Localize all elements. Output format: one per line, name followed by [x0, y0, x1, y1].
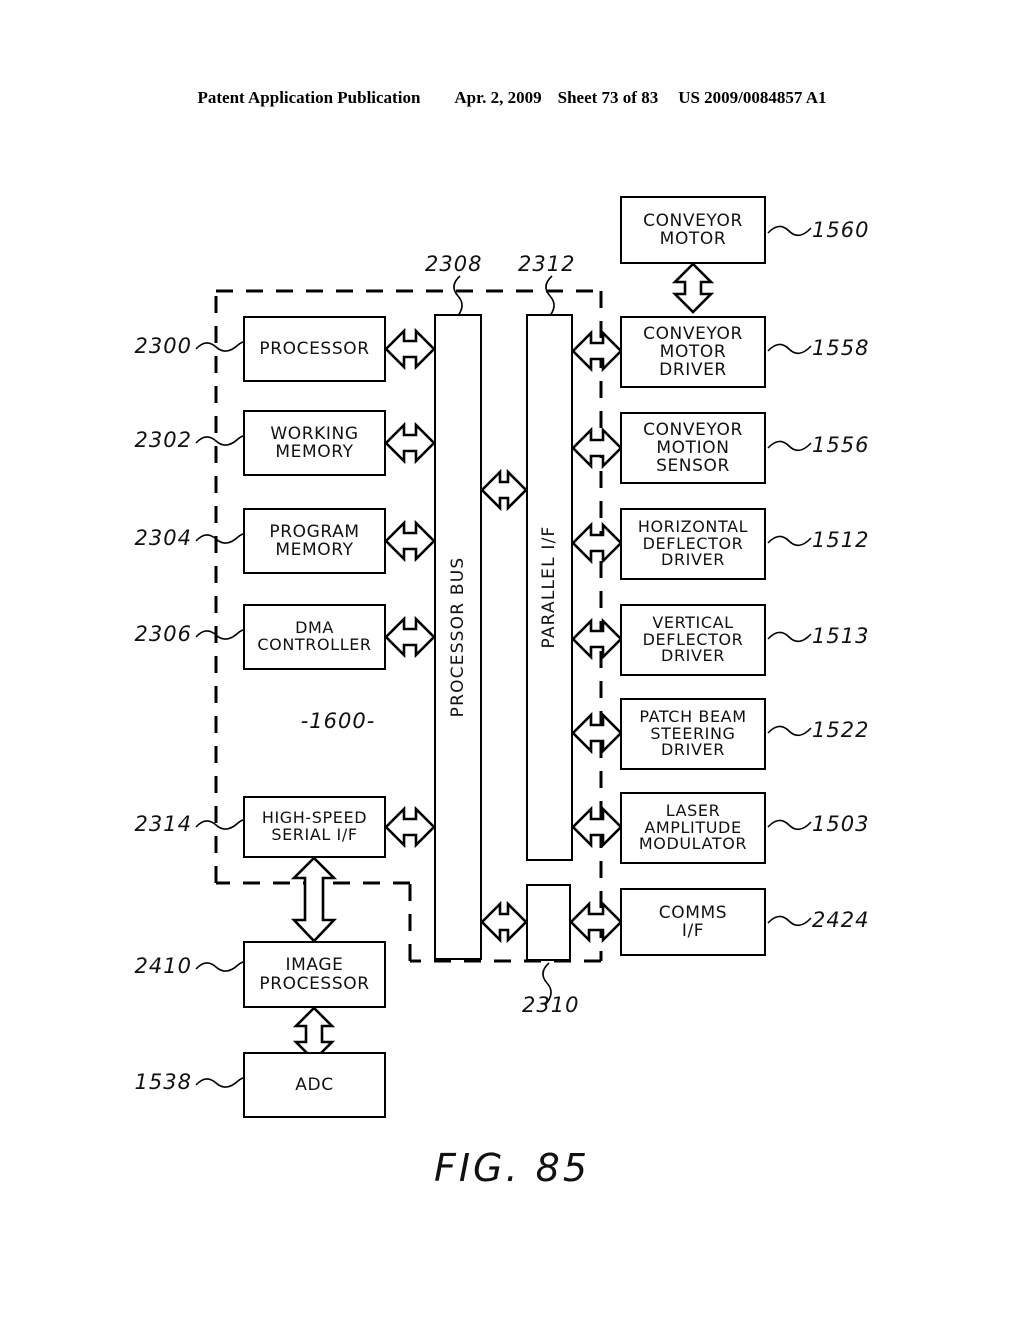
block-patch-beam-steering-driver-label-3: DRIVER — [661, 740, 725, 760]
block-high-speed-serial-if[interactable]: HIGH-SPEED SERIAL I/F — [243, 796, 386, 858]
block-conveyor-motor-label-2: MOTOR — [659, 229, 727, 249]
block-working-memory-label-1: WORKING — [270, 423, 359, 444]
block-conveyor-motor-driver[interactable]: CONVEYOR MOTOR DRIVER — [620, 316, 766, 388]
block-processor-bus-label: PROCESSOR BUS — [448, 556, 468, 718]
block-adc-label: ADC — [295, 1074, 334, 1095]
ref-2410: 2410 — [134, 954, 192, 978]
block-working-memory-label-2: MEMORY — [275, 442, 354, 462]
block-dma-controller[interactable]: DMA CONTROLLER — [243, 604, 386, 670]
ref-2314: 2314 — [134, 812, 192, 836]
ref-2308: 2308 — [425, 252, 483, 276]
block-conveyor-motor-driver-label-1: CONVEYOR — [643, 323, 743, 344]
hollow-arrows-horizontal — [384, 327, 623, 944]
ref-1560: 1560 — [812, 218, 870, 242]
block-image-processor-label-2: PROCESSOR — [259, 973, 370, 994]
block-conveyor-motion-sensor-label-3: SENSOR — [656, 456, 730, 476]
ref-1503: 1503 — [812, 812, 870, 836]
ref-2312: 2312 — [518, 252, 576, 276]
block-comms-if-label-1: COMMS — [658, 902, 728, 923]
block-comms-if-label-2: I/F — [681, 921, 705, 941]
ref-2302: 2302 — [134, 428, 192, 452]
ref-1522: 1522 — [812, 718, 870, 742]
enclosure-label-1600: -1600- — [300, 709, 376, 733]
ref-1556: 1556 — [812, 433, 870, 457]
block-conveyor-motor-driver-label-2: MOTOR — [659, 341, 727, 362]
block-dma-controller-label-2: CONTROLLER — [257, 635, 372, 654]
block-horizontal-deflector-driver-label-1: HORIZONTAL — [637, 516, 749, 536]
ref-1512: 1512 — [812, 528, 870, 552]
ref-2424: 2424 — [812, 908, 870, 932]
ref-2306: 2306 — [134, 622, 192, 646]
ref-2310: 2310 — [522, 993, 580, 1017]
block-comms-if[interactable]: COMMS I/F — [620, 888, 766, 956]
ref-1513: 1513 — [812, 624, 870, 648]
leader-lines-right — [767, 225, 812, 927]
block-laser-amplitude-modulator-label-1: LASER — [665, 800, 721, 820]
block-working-memory[interactable]: WORKING MEMORY — [243, 410, 386, 476]
block-processor-label: PROCESSOR — [259, 338, 370, 359]
block-laser-amplitude-modulator[interactable]: LASER AMPLITUDE MODULATOR — [620, 792, 766, 864]
block-conveyor-motion-sensor-label-2: MOTION — [656, 437, 730, 458]
figure-85-diagram: PROCESSOR WORKING MEMORY PROGRAM MEMORY … — [0, 0, 1024, 1320]
block-adc[interactable]: ADC — [243, 1052, 386, 1118]
block-program-memory[interactable]: PROGRAM MEMORY — [243, 508, 386, 574]
block-conveyor-motion-sensor[interactable]: CONVEYOR MOTION SENSOR — [620, 412, 766, 484]
block-horizontal-deflector-driver[interactable]: HORIZONTAL DEFLECTOR DRIVER — [620, 508, 766, 580]
ref-1538: 1538 — [134, 1070, 192, 1094]
block-unlabeled-2310[interactable] — [526, 884, 571, 961]
block-patch-beam-steering-driver[interactable]: PATCH BEAM STEERING DRIVER — [620, 698, 766, 770]
diagram-vector-layer — [195, 225, 812, 1088]
block-program-memory-label-1: PROGRAM — [269, 521, 360, 542]
block-image-processor-label-1: IMAGE — [285, 955, 344, 976]
block-image-processor[interactable]: IMAGE PROCESSOR — [243, 941, 386, 1008]
ref-1558: 1558 — [812, 336, 870, 360]
block-vertical-deflector-driver[interactable]: VERTICAL DEFLECTOR DRIVER — [620, 604, 766, 676]
block-patch-beam-steering-driver-label-1: PATCH BEAM — [639, 706, 747, 726]
block-laser-amplitude-modulator-label-3: MODULATOR — [638, 834, 748, 854]
block-parallel-if-label: PARALLEL I/F — [539, 525, 559, 649]
block-vertical-deflector-driver-label-3: DRIVER — [661, 646, 725, 666]
block-processor[interactable]: PROCESSOR — [243, 316, 386, 382]
figure-caption: FIG. 85 — [433, 1146, 591, 1190]
block-conveyor-motor-driver-label-3: DRIVER — [659, 360, 727, 380]
block-conveyor-motor-label-1: CONVEYOR — [643, 210, 743, 231]
block-high-speed-serial-if-label-2: SERIAL I/F — [271, 825, 358, 844]
ref-2304: 2304 — [134, 526, 192, 550]
block-program-memory-label-2: MEMORY — [275, 540, 354, 560]
block-conveyor-motor[interactable]: CONVEYOR MOTOR — [620, 196, 766, 264]
block-horizontal-deflector-driver-label-3: DRIVER — [661, 550, 725, 570]
block-vertical-deflector-driver-label-1: VERTICAL — [652, 612, 734, 632]
block-conveyor-motion-sensor-label-1: CONVEYOR — [643, 419, 743, 440]
ref-2300: 2300 — [134, 334, 192, 358]
